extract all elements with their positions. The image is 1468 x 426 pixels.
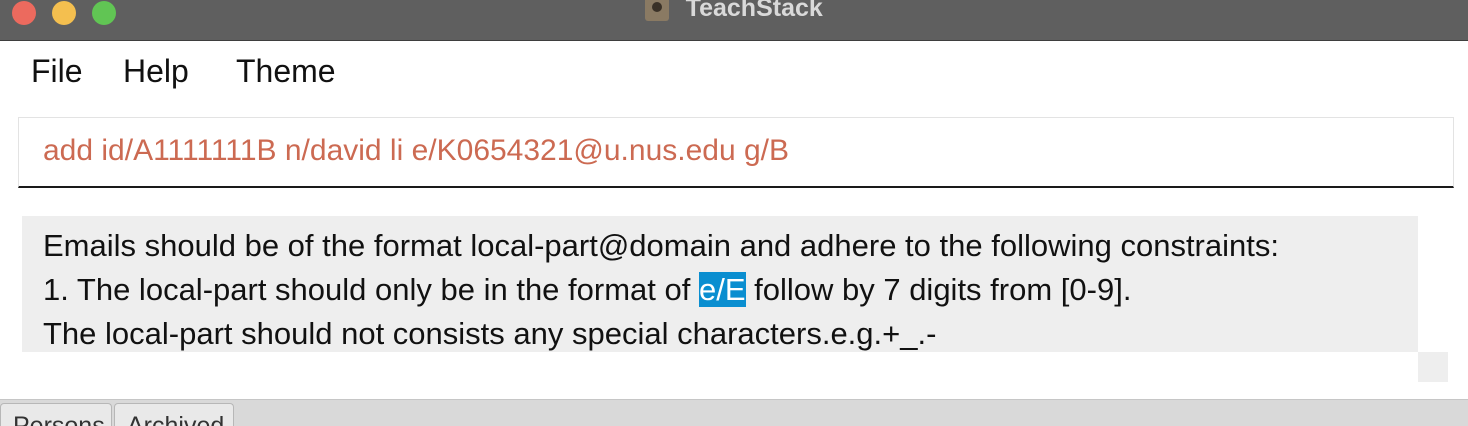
- menu-file[interactable]: File: [31, 53, 83, 90]
- result-line-2: 1. The local-part should only be in the …: [43, 272, 1131, 308]
- command-input-text[interactable]: add id/A1111111B n/david li e/K0654321@u…: [43, 134, 789, 168]
- tab-archived[interactable]: Archived: [114, 403, 234, 426]
- selected-text-highlight: e/E: [698, 272, 746, 307]
- menu-theme[interactable]: Theme: [236, 53, 336, 90]
- result-line-3: The local-part should not consists any s…: [43, 316, 937, 351]
- menu-help[interactable]: Help: [123, 53, 189, 90]
- window-title: TeachStack: [685, 0, 823, 22]
- result-line-2-prefix: 1. The local-part should only be in the …: [43, 272, 699, 307]
- window-title-group: TeachStack: [0, 0, 1468, 24]
- app-window: TeachStack File Help Theme add id/A11111…: [0, 0, 1468, 426]
- app-icon: [645, 0, 670, 21]
- tab-panel: Persons Archived: [0, 399, 1468, 426]
- tab-persons[interactable]: Persons: [0, 403, 112, 426]
- title-bar: TeachStack: [0, 0, 1468, 41]
- command-input[interactable]: add id/A1111111B n/david li e/K0654321@u…: [18, 117, 1454, 188]
- result-display: Emails should be of the format local-par…: [22, 216, 1418, 352]
- result-line-1: Emails should be of the format local-par…: [43, 228, 1279, 263]
- menu-bar: File Help Theme: [0, 41, 1468, 105]
- result-line-2-suffix: follow by 7 digits from [0-9].: [745, 272, 1132, 307]
- scrollbar-corner: [1418, 352, 1448, 382]
